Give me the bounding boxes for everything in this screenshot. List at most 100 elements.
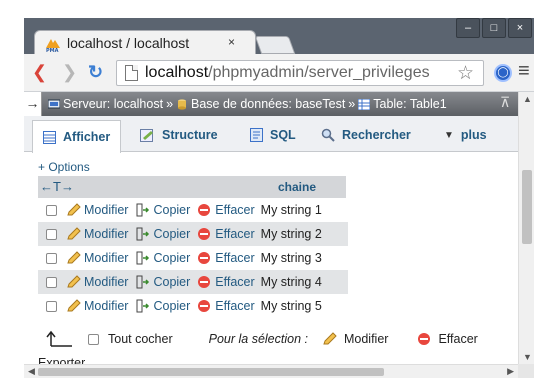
cell-chaine: My string 4 bbox=[260, 275, 322, 289]
delete-icon bbox=[198, 252, 211, 264]
breadcrumb-database[interactable]: Base de données: baseTest bbox=[191, 97, 345, 111]
collapse-breadcrumb-icon[interactable]: ⊼ bbox=[500, 94, 510, 111]
tab-rechercher[interactable]: Rechercher bbox=[321, 123, 411, 147]
copy-icon bbox=[136, 299, 150, 313]
copy-link[interactable]: Copier bbox=[153, 203, 190, 217]
close-tab-icon[interactable]: × bbox=[228, 35, 235, 49]
bookmark-star-icon[interactable]: ☆ bbox=[457, 62, 474, 85]
copy-link[interactable]: Copier bbox=[153, 251, 190, 265]
scroll-left-arrow-icon[interactable]: ◀ bbox=[28, 366, 35, 377]
url-text[interactable]: localhost/phpmyadmin/server_privileges bbox=[145, 64, 445, 82]
copy-link[interactable]: Copier bbox=[153, 275, 190, 289]
bulk-delete-button[interactable]: Effacer bbox=[410, 332, 478, 346]
address-bar[interactable]: localhost/phpmyadmin/server_privileges ☆ bbox=[116, 60, 484, 86]
delete-icon bbox=[198, 300, 211, 312]
pencil-icon bbox=[67, 227, 81, 240]
edit-link[interactable]: Modifier bbox=[84, 251, 128, 265]
phpmyadmin-favicon-icon: PMA bbox=[46, 39, 60, 52]
horizontal-scroll-thumb[interactable] bbox=[38, 368, 384, 376]
browser-titlebar: PMA localhost / localhost × – □ × bbox=[24, 18, 534, 56]
vertical-scroll-thumb[interactable] bbox=[522, 170, 532, 244]
edit-link[interactable]: Modifier bbox=[84, 227, 128, 241]
pencil-icon bbox=[67, 275, 81, 288]
check-all-label[interactable]: Tout cocher bbox=[108, 332, 173, 346]
edit-link[interactable]: Modifier bbox=[84, 275, 128, 289]
delete-link[interactable]: Effacer bbox=[215, 299, 254, 313]
page-viewport: → Serveur: localhost » Base de données: … bbox=[24, 92, 534, 385]
column-header-chaine[interactable]: chaine bbox=[276, 176, 346, 198]
cell-chaine: My string 2 bbox=[260, 227, 322, 241]
tab-sql[interactable]: SQL bbox=[250, 123, 296, 147]
svg-text:PMA: PMA bbox=[46, 48, 59, 52]
check-all-checkbox[interactable] bbox=[88, 333, 99, 345]
delete-icon bbox=[198, 276, 211, 288]
copy-link[interactable]: Copier bbox=[153, 299, 190, 313]
pencil-icon bbox=[323, 332, 337, 345]
breadcrumb-separator: » bbox=[348, 97, 356, 111]
tab-title-fade bbox=[195, 33, 225, 53]
exporter-link[interactable]: Exporter bbox=[38, 356, 85, 364]
delete-link[interactable]: Effacer bbox=[215, 251, 254, 265]
tab-structure[interactable]: Structure bbox=[140, 123, 218, 147]
delete-link[interactable]: Effacer bbox=[215, 275, 254, 289]
nav-toggle-arrow-icon[interactable]: → bbox=[24, 92, 42, 116]
row-checkbox[interactable] bbox=[46, 228, 57, 240]
copy-icon bbox=[136, 251, 150, 265]
structure-icon bbox=[140, 128, 153, 142]
database-icon bbox=[178, 98, 187, 110]
return-arrow-icon bbox=[46, 330, 72, 347]
reload-icon[interactable]: ↻ bbox=[88, 62, 103, 82]
scrollbar-corner bbox=[518, 364, 534, 378]
table-row: Modifier Copier Effacer My string 1 bbox=[38, 198, 348, 222]
search-icon bbox=[321, 128, 335, 142]
bulk-edit-button[interactable]: Modifier bbox=[322, 332, 388, 346]
pencil-icon bbox=[67, 251, 81, 264]
row-checkbox[interactable] bbox=[46, 204, 57, 216]
vertical-scrollbar[interactable]: ▲ ▼ bbox=[518, 92, 534, 364]
cell-chaine: My string 3 bbox=[260, 251, 322, 265]
browse-table-icon bbox=[43, 130, 56, 144]
bulk-actions-bar: Tout cocher Pour la sélection : Modifier… bbox=[38, 328, 518, 350]
browser-toolbar: ❮ ❯ ↻ localhost/phpmyadmin/server_privil… bbox=[24, 54, 534, 92]
delete-link[interactable]: Effacer bbox=[215, 227, 254, 241]
browser-menu-icon[interactable]: ≡ bbox=[518, 60, 530, 83]
extension-icon[interactable]: ◯ bbox=[494, 64, 512, 82]
scroll-right-arrow-icon[interactable]: ▶ bbox=[507, 366, 514, 377]
breadcrumb-path: Serveur: localhost » Base de données: ba… bbox=[48, 97, 447, 111]
pma-tab-bar: Afficher Structure SQL Rechercher ▼ plus bbox=[24, 116, 518, 153]
results-table: Modifier Copier Effacer My string 1 Modi… bbox=[38, 198, 348, 318]
row-checkbox[interactable] bbox=[46, 276, 57, 288]
tab-afficher[interactable]: Afficher bbox=[32, 120, 122, 153]
forward-arrow-icon[interactable]: ❯ bbox=[62, 62, 77, 82]
minimize-button[interactable]: – bbox=[456, 18, 480, 38]
maximize-button[interactable]: □ bbox=[482, 18, 506, 38]
tab-plus[interactable]: ▼ plus bbox=[444, 123, 487, 147]
scroll-up-arrow-icon[interactable]: ▲ bbox=[523, 94, 532, 104]
browser-window: PMA localhost / localhost × – □ × ❮ ❯ ↻ … bbox=[0, 0, 534, 385]
edit-link[interactable]: Modifier bbox=[84, 203, 128, 217]
breadcrumb-table[interactable]: Table: Table1 bbox=[373, 97, 446, 111]
cell-chaine: My string 1 bbox=[260, 203, 322, 217]
edit-link[interactable]: Modifier bbox=[84, 299, 128, 313]
breadcrumb-server[interactable]: Serveur: localhost bbox=[63, 97, 163, 111]
with-selected-label: Pour la sélection : bbox=[208, 332, 308, 346]
close-window-button[interactable]: × bbox=[508, 18, 532, 38]
page-icon bbox=[125, 65, 138, 81]
copy-link[interactable]: Copier bbox=[153, 227, 190, 241]
row-checkbox[interactable] bbox=[46, 252, 57, 264]
pencil-icon bbox=[67, 299, 81, 312]
back-arrow-icon[interactable]: ❮ bbox=[32, 62, 47, 82]
pencil-icon bbox=[67, 203, 81, 216]
copy-icon bbox=[136, 203, 150, 217]
browser-tab[interactable]: PMA localhost / localhost × bbox=[34, 30, 256, 56]
row-checkbox[interactable] bbox=[46, 300, 57, 312]
column-sort-arrows[interactable]: ←T→ bbox=[38, 176, 276, 198]
delete-link[interactable]: Effacer bbox=[215, 203, 254, 217]
new-tab-button[interactable] bbox=[254, 36, 296, 54]
delete-icon bbox=[198, 228, 211, 240]
options-link[interactable]: + Options bbox=[38, 160, 90, 174]
breadcrumb: → Serveur: localhost » Base de données: … bbox=[24, 92, 518, 116]
delete-icon bbox=[198, 204, 211, 216]
scroll-down-arrow-icon[interactable]: ▼ bbox=[523, 352, 532, 362]
horizontal-scrollbar[interactable]: ◀ ▶ bbox=[24, 364, 518, 378]
